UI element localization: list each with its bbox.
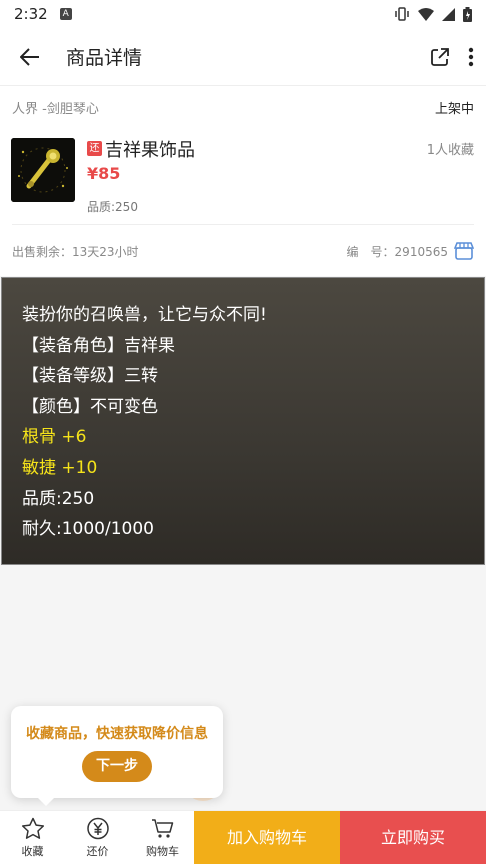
yen-icon <box>86 817 109 840</box>
next-step-button[interactable]: 下一步 <box>82 751 152 782</box>
shop-icon[interactable] <box>454 242 474 260</box>
favorite-tab[interactable]: 收藏 <box>0 811 65 864</box>
time-remaining: 出售剩余：13天23小时 <box>12 244 139 259</box>
tooltip-arrow <box>38 798 54 806</box>
page-title: 商品详情 <box>66 47 143 69</box>
notification-icon: A <box>59 8 72 20</box>
tab-label: 还价 <box>86 845 109 858</box>
desc-line-stat: 根骨 +6 <box>22 427 87 448</box>
bargain-tag: 还 <box>87 141 102 156</box>
item-image <box>11 138 75 202</box>
battery-icon <box>463 6 472 22</box>
item-price: ¥85 <box>87 164 121 183</box>
app-bar: 商品详情 <box>0 28 486 86</box>
item-quality: 品质:250 <box>87 200 138 214</box>
serial-number: 编 号：2910565 <box>346 244 448 259</box>
bottom-action-bar: 收藏 还价 购物车 加入购物车 立即购买 <box>0 810 486 864</box>
tab-label: 购物车 <box>146 845 179 858</box>
buy-now-button[interactable]: 立即购买 <box>340 811 486 864</box>
header-actions <box>430 47 486 67</box>
tab-label: 收藏 <box>21 845 44 858</box>
desc-line: 【装备等级】三转 <box>22 366 158 387</box>
status-time: 2:32 <box>14 5 48 23</box>
cart-icon <box>151 819 173 838</box>
bargain-tab[interactable]: 还价 <box>65 811 130 864</box>
back-button[interactable] <box>0 28 60 86</box>
desc-line-stat: 敏捷 +10 <box>22 457 98 478</box>
desc-line: 装扮你的召唤兽，让它与众不同! <box>22 305 267 325</box>
star-icon <box>21 817 44 839</box>
divider <box>12 224 474 225</box>
server-name: 人界 -剑胆琴心 <box>12 102 99 117</box>
item-name: 吉祥果饰品 <box>105 140 195 161</box>
favorite-count: 1人收藏 <box>426 143 474 158</box>
status-bar: 2:32 A <box>0 0 486 28</box>
serial-wrap: 编 号：2910565 <box>347 242 474 260</box>
server-row: 人界 -剑胆琴心 上架中 <box>0 86 486 117</box>
add-to-cart-button[interactable]: 加入购物车 <box>194 811 340 864</box>
status-icons <box>394 6 472 22</box>
signal-icon <box>442 7 455 21</box>
listing-status: 上架中 <box>434 102 474 117</box>
product-info: 人界 -剑胆琴心 上架中 还 吉祥果饰品 1人收藏 ¥85 品质:250 出售剩… <box>0 86 486 276</box>
item-description: 装扮你的召唤兽，让它与众不同! 【装备角色】吉祥果 【装备等级】三转 【颜色】不… <box>1 277 485 565</box>
arrow-left-icon <box>20 47 39 66</box>
sale-meta-row: 出售剩余：13天23小时 编 号：2910565 <box>0 242 486 260</box>
tooltip-text: 收藏商品，快速获取降价信息 <box>26 726 208 742</box>
share-icon[interactable] <box>430 47 450 67</box>
wifi-icon <box>418 7 434 21</box>
desc-line: 耐久:1000/1000 <box>22 519 154 540</box>
desc-line: 【装备角色】吉祥果 <box>22 335 175 356</box>
item-thumbnail[interactable] <box>11 138 75 202</box>
desc-line: 【颜色】不可变色 <box>22 396 158 417</box>
item-row: 还 吉祥果饰品 1人收藏 ¥85 品质:250 <box>0 136 486 224</box>
cart-tab[interactable]: 购物车 <box>130 811 195 864</box>
desc-line: 品质:250 <box>22 488 95 509</box>
onboarding-tooltip: 收藏商品，快速获取降价信息 下一步 <box>11 706 223 806</box>
vibrate-icon <box>395 7 409 21</box>
more-vertical-icon[interactable] <box>468 47 474 67</box>
